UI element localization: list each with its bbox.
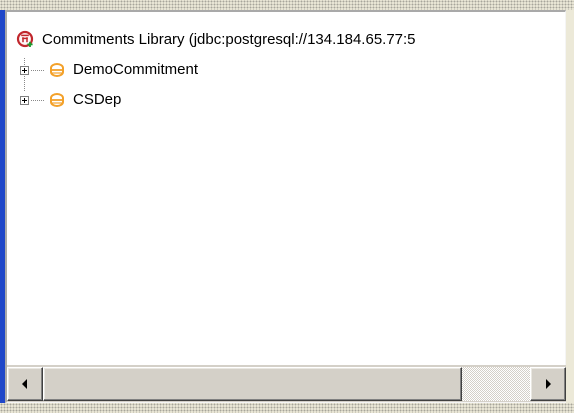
tree-item-democommitment[interactable]: DemoCommitment [20, 60, 198, 80]
expand-plus-icon[interactable] [20, 95, 29, 105]
scroll-left-button[interactable] [7, 367, 43, 401]
commitments-tree-panel: Commitments Library (jdbc:postgresql://1… [5, 10, 566, 403]
scrollbar-track[interactable] [43, 367, 530, 401]
commitments-tree[interactable]: Commitments Library (jdbc:postgresql://1… [7, 12, 566, 365]
tree-item-csdep[interactable]: CSDep [20, 90, 121, 110]
database-icon [50, 63, 64, 77]
database-icon [50, 93, 64, 107]
commitments-library-icon [16, 30, 34, 48]
scrollbar-thumb[interactable] [43, 367, 462, 401]
chevron-left-icon [22, 379, 27, 389]
expand-plus-icon[interactable] [20, 65, 29, 75]
top-dotted-band [0, 0, 574, 10]
tree-branch-line [31, 69, 45, 71]
tree-root-node[interactable]: Commitments Library (jdbc:postgresql://1… [16, 30, 416, 50]
scroll-right-button[interactable] [530, 367, 566, 401]
tree-branch-line [31, 99, 45, 101]
chevron-right-icon [546, 379, 551, 389]
horizontal-scrollbar[interactable] [7, 365, 566, 402]
bottom-dotted-band [0, 403, 574, 413]
tree-item-label: DemoCommitment [73, 61, 199, 78]
tree-item-label: CSDep [73, 91, 122, 108]
right-window-margin [566, 10, 574, 403]
tree-root-label: Commitments Library (jdbc:postgresql://1… [42, 31, 416, 48]
